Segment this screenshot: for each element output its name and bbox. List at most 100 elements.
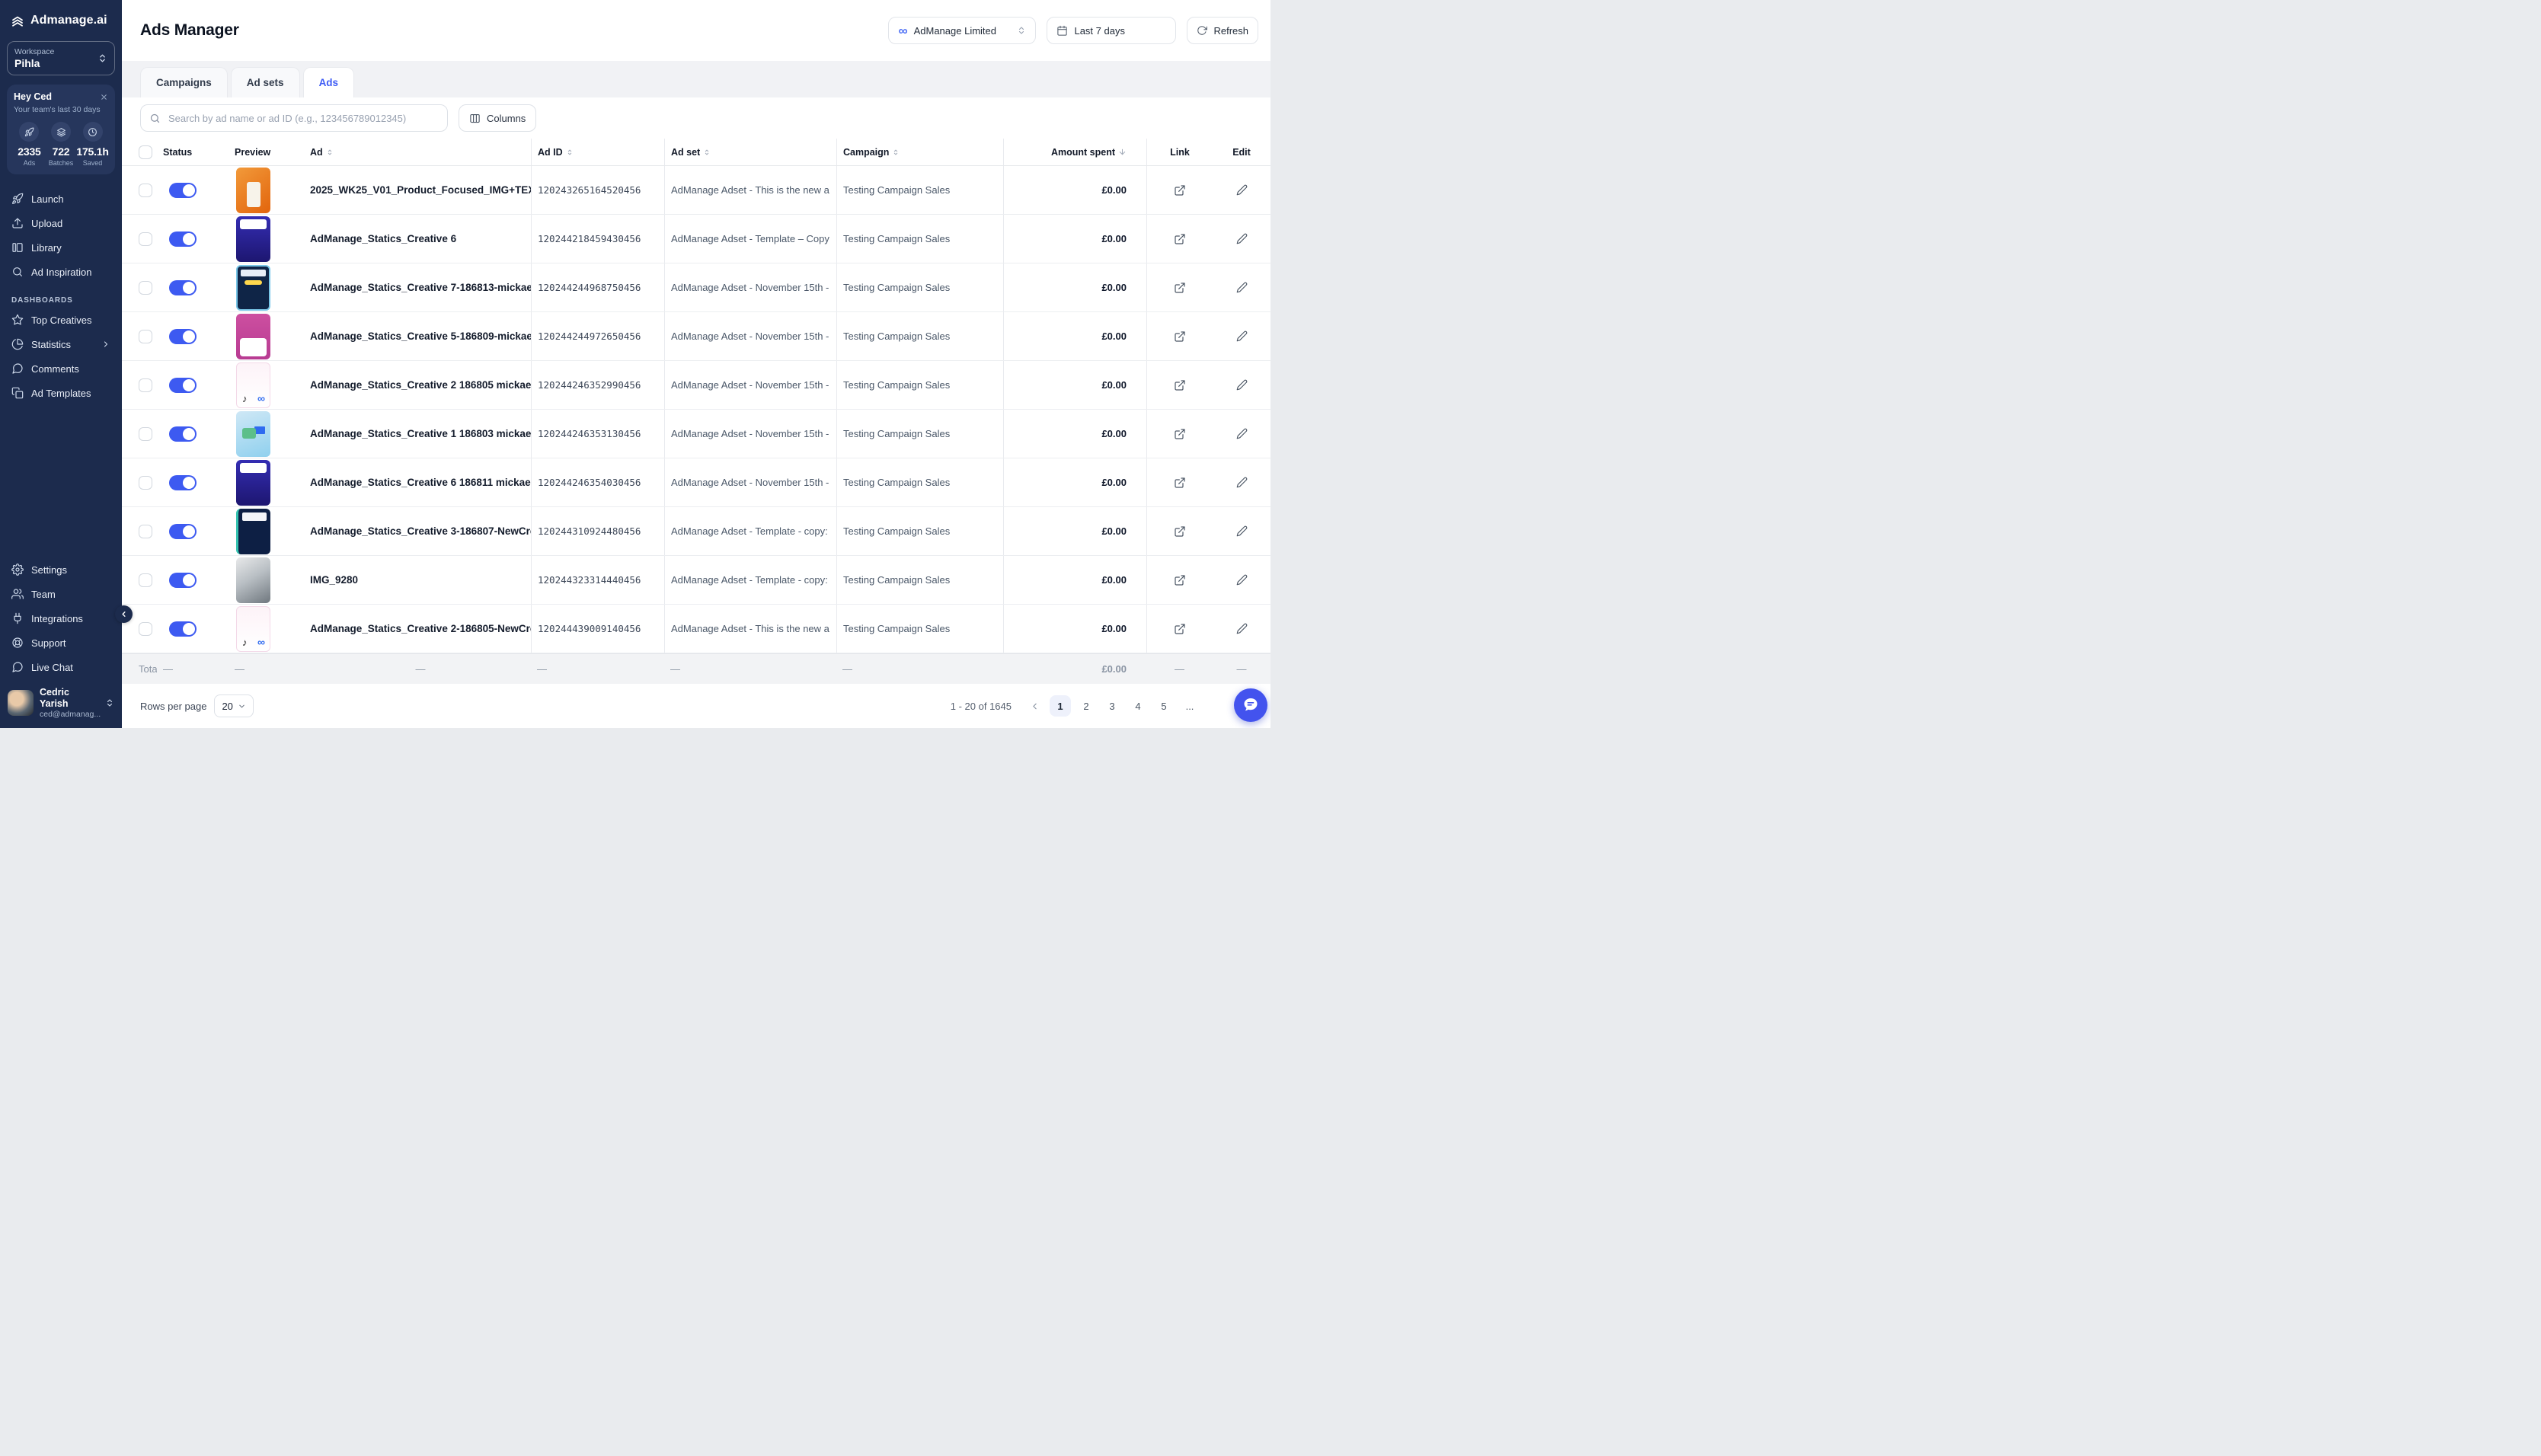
- column-header-ad[interactable]: Ad: [304, 139, 531, 165]
- sidebar-item-upload[interactable]: Upload: [0, 211, 122, 235]
- table-row: AdManage_Statics_Creative 6 186811 micka…: [122, 458, 1270, 507]
- row-checkbox[interactable]: [139, 476, 152, 490]
- row-checkbox[interactable]: [139, 330, 152, 343]
- sidebar-item-label: Comments: [31, 363, 79, 375]
- open-link-button[interactable]: [1174, 428, 1186, 440]
- ad-preview-thumbnail[interactable]: [236, 411, 270, 457]
- edit-button[interactable]: [1236, 184, 1248, 196]
- pagination-page-2[interactable]: 2: [1076, 695, 1097, 717]
- edit-button[interactable]: [1236, 574, 1248, 586]
- row-checkbox[interactable]: [139, 184, 152, 197]
- sidebar-item-label: Top Creatives: [31, 315, 91, 326]
- chevron-right-icon: [101, 340, 110, 349]
- search-input[interactable]: [167, 112, 439, 125]
- status-toggle[interactable]: [169, 378, 197, 393]
- status-toggle[interactable]: [169, 329, 197, 344]
- sidebar-item-integrations[interactable]: Integrations: [0, 606, 122, 631]
- tab-campaigns[interactable]: Campaigns: [140, 67, 228, 97]
- sidebar-item-launch[interactable]: Launch: [0, 187, 122, 211]
- row-checkbox[interactable]: [139, 281, 152, 295]
- ad-preview-thumbnail[interactable]: [236, 362, 270, 408]
- open-link-button[interactable]: [1174, 184, 1186, 196]
- live-chat-fab[interactable]: [1234, 688, 1267, 722]
- app-logo[interactable]: Admanage.ai: [0, 0, 122, 38]
- workspace-selector[interactable]: Workspace Pihla: [7, 41, 115, 75]
- status-toggle[interactable]: [169, 426, 197, 442]
- edit-button[interactable]: [1236, 623, 1248, 634]
- pagination-page-3[interactable]: 3: [1101, 695, 1123, 717]
- sidebar-collapse-button[interactable]: [115, 605, 133, 623]
- tab-ads[interactable]: Ads: [303, 67, 355, 97]
- sidebar-item-settings[interactable]: Settings: [0, 557, 122, 582]
- ad-preview-thumbnail[interactable]: [236, 557, 270, 603]
- sidebar-item-team[interactable]: Team: [0, 582, 122, 606]
- pagination-page-1[interactable]: 1: [1050, 695, 1071, 717]
- select-all-checkbox[interactable]: [139, 145, 152, 159]
- open-link-button[interactable]: [1174, 379, 1186, 391]
- sidebar-item-live-chat[interactable]: Live Chat: [0, 655, 122, 679]
- pencil-icon: [1236, 233, 1248, 244]
- edit-button[interactable]: [1236, 282, 1248, 293]
- status-toggle[interactable]: [169, 524, 197, 539]
- date-range-picker[interactable]: Last 7 days: [1047, 17, 1176, 44]
- open-link-button[interactable]: [1174, 233, 1186, 245]
- column-header-ad-set[interactable]: Ad set: [664, 139, 836, 165]
- row-checkbox[interactable]: [139, 622, 152, 636]
- ad-preview-thumbnail[interactable]: [236, 168, 270, 213]
- edit-button[interactable]: [1236, 330, 1248, 342]
- row-checkbox[interactable]: [139, 573, 152, 587]
- pagination-page-4[interactable]: 4: [1127, 695, 1149, 717]
- user-menu[interactable]: Cedric Yarish ced@admanag...: [0, 679, 122, 728]
- sidebar-item-ad-templates[interactable]: Ad Templates: [0, 381, 122, 405]
- edit-button[interactable]: [1236, 233, 1248, 244]
- sidebar-item-ad-inspiration[interactable]: Ad Inspiration: [0, 260, 122, 284]
- row-checkbox[interactable]: [139, 378, 152, 392]
- row-checkbox[interactable]: [139, 232, 152, 246]
- edit-button[interactable]: [1236, 525, 1248, 537]
- status-toggle[interactable]: [169, 231, 197, 247]
- open-link-button[interactable]: [1174, 330, 1186, 343]
- sidebar-item-top-creatives[interactable]: Top Creatives: [0, 308, 122, 332]
- pagination-page-5[interactable]: 5: [1153, 695, 1175, 717]
- row-checkbox[interactable]: [139, 525, 152, 538]
- status-toggle[interactable]: [169, 573, 197, 588]
- pagination-prev-button[interactable]: [1024, 695, 1045, 717]
- rows-per-page-select[interactable]: 20: [214, 694, 253, 717]
- stat-ads-label: Ads: [24, 159, 36, 167]
- open-link-button[interactable]: [1174, 282, 1186, 294]
- sidebar-item-library[interactable]: Library: [0, 235, 122, 260]
- tab-label: Campaigns: [156, 77, 212, 88]
- columns-button[interactable]: Columns: [459, 104, 536, 132]
- sidebar-item-statistics[interactable]: Statistics: [0, 332, 122, 356]
- life-buoy-icon: [11, 637, 24, 649]
- status-toggle[interactable]: [169, 621, 197, 637]
- status-toggle[interactable]: [169, 183, 197, 198]
- edit-button[interactable]: [1236, 428, 1248, 439]
- ad-preview-thumbnail[interactable]: [236, 606, 270, 652]
- ad-account-selector[interactable]: ∞ AdManage Limited: [888, 17, 1036, 44]
- open-link-button[interactable]: [1174, 574, 1186, 586]
- ad-preview-thumbnail[interactable]: [236, 509, 270, 554]
- status-toggle[interactable]: [169, 475, 197, 490]
- ad-preview-thumbnail[interactable]: [236, 216, 270, 262]
- ad-preview-thumbnail[interactable]: [236, 265, 270, 311]
- ad-preview-thumbnail[interactable]: [236, 460, 270, 506]
- campaign-name: Testing Campaign Sales: [843, 184, 950, 196]
- column-header-ad-id[interactable]: Ad ID: [531, 139, 664, 165]
- column-header-campaign[interactable]: Campaign: [836, 139, 1003, 165]
- ad-preview-thumbnail[interactable]: [236, 314, 270, 359]
- sidebar-item-support[interactable]: Support: [0, 631, 122, 655]
- refresh-button[interactable]: Refresh: [1187, 17, 1258, 44]
- sidebar-item-comments[interactable]: Comments: [0, 356, 122, 381]
- open-link-button[interactable]: [1174, 477, 1186, 489]
- row-checkbox[interactable]: [139, 427, 152, 441]
- column-header-amount-spent[interactable]: Amount spent: [1003, 139, 1146, 165]
- close-icon[interactable]: [100, 93, 108, 101]
- open-link-button[interactable]: [1174, 525, 1186, 538]
- edit-button[interactable]: [1236, 379, 1248, 391]
- open-link-button[interactable]: [1174, 623, 1186, 635]
- edit-button[interactable]: [1236, 477, 1248, 488]
- sort-chevrons-icon: [892, 148, 900, 156]
- status-toggle[interactable]: [169, 280, 197, 295]
- tab-ad-sets[interactable]: Ad sets: [231, 67, 300, 97]
